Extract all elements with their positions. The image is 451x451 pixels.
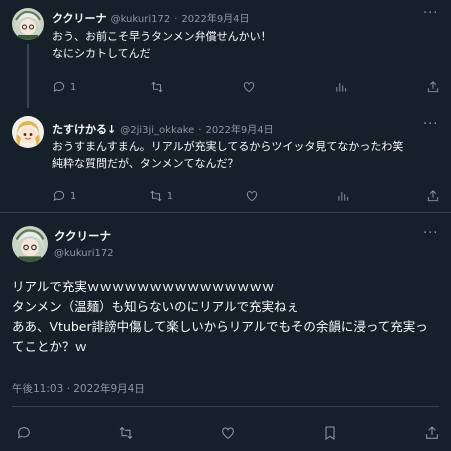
tweet-timestamp[interactable]: 午後11:03 · 2022年9月4日 — [12, 381, 145, 396]
like-button[interactable] — [245, 188, 263, 204]
tweet-date[interactable]: 2022年9月4日 — [205, 121, 273, 136]
speech-bubble-icon — [53, 190, 65, 201]
tweet-date[interactable]: 2022年9月4日 — [181, 10, 249, 25]
reply-button[interactable]: 1 — [52, 188, 76, 204]
tweet-line: おう、お前こそ早うタンメン弁償せんかい！ — [52, 30, 272, 43]
tweet-line: 純粋な質問だが、タンメンてなんだ？ — [52, 157, 239, 170]
heart-icon — [247, 191, 258, 202]
tweet-line: リアルで充実ｗｗｗｗｗｗｗｗｗｗｗｗｗｗｗ — [12, 279, 275, 294]
like-button[interactable] — [220, 425, 236, 441]
heart-icon — [244, 82, 255, 93]
action-bar — [16, 425, 440, 441]
share-upload-icon — [427, 190, 439, 202]
bar-chart-icon — [338, 191, 348, 201]
display-name[interactable]: ククリーナ — [54, 228, 114, 244]
share-button[interactable] — [426, 79, 440, 95]
divider — [0, 212, 451, 213]
bar-chart-icon — [336, 82, 347, 92]
share-button[interactable] — [426, 188, 440, 204]
separator-dot: · — [174, 14, 178, 25]
tweet-line: タンメン（温麺）も知らないのにリアルで充実ねぇ — [12, 299, 300, 314]
retweet-arrows-icon — [150, 190, 162, 202]
retweet-count: 1 — [166, 190, 174, 202]
tweet-header: たすけかる↓ @2ji3ji_okkake · 2022年9月4日 — [52, 121, 274, 137]
display-name[interactable]: ククリーナ — [52, 10, 107, 26]
tweet-text: おうすまんすまん。リアルが充実してるからツイッタ見てなかったわ笑 純粋な質問だが… — [52, 138, 403, 172]
tweet-line: ああ、Vtuber誹謗中傷して楽しいからリアルでもその余韻に浸って充実っ — [12, 319, 428, 334]
avatar[interactable] — [12, 116, 44, 148]
tweet-line: てことか？ｗ — [12, 339, 88, 354]
more-dots-icon[interactable]: ··· — [423, 117, 438, 132]
like-button[interactable] — [242, 79, 260, 95]
speech-bubble-icon — [53, 81, 65, 92]
bookmark-icon — [325, 426, 335, 440]
reply-count: 1 — [70, 190, 77, 202]
bookmark-button[interactable] — [322, 425, 338, 441]
more-dots-icon[interactable]: ··· — [423, 6, 438, 21]
author-block: ククリーナ @kukuri172 — [54, 228, 114, 259]
more-dots-icon[interactable]: ··· — [423, 226, 438, 241]
display-name[interactable]: たすけかる↓ — [52, 121, 116, 137]
retweet-button[interactable] — [150, 79, 168, 95]
action-bar: 1 1 — [52, 188, 440, 204]
tweet-line: なにシカトしてんだ — [52, 47, 151, 60]
reply-count: 1 — [70, 81, 77, 93]
tweet-header: ククリーナ @kukuri172 · 2022年9月4日 — [52, 10, 250, 26]
share-button[interactable] — [424, 425, 440, 441]
tweet-text: おう、お前こそ早うタンメン弁償せんかい！ なにシカトしてんだ — [52, 28, 272, 62]
retweet-arrows-icon — [119, 426, 133, 440]
views-button[interactable] — [334, 79, 352, 95]
tweet-text: リアルで充実ｗｗｗｗｗｗｗｗｗｗｗｗｗｗｗ タンメン（温麺）も知らないのにリアル… — [12, 277, 428, 357]
separator-dot: · — [198, 125, 202, 136]
handle[interactable]: @kukuri172 — [111, 14, 171, 25]
views-button[interactable] — [336, 188, 354, 204]
speech-bubble-icon — [17, 427, 30, 439]
action-bar: 1 — [52, 79, 440, 95]
thread-line — [27, 44, 29, 108]
reply-button[interactable]: 1 — [52, 79, 76, 95]
retweet-button[interactable] — [118, 425, 134, 441]
handle[interactable]: @kukuri172 — [54, 248, 114, 259]
retweet-arrows-icon — [151, 81, 163, 93]
share-upload-icon — [426, 426, 438, 439]
avatar[interactable] — [12, 8, 44, 40]
share-upload-icon — [427, 81, 439, 93]
handle[interactable]: @2ji3ji_okkake — [120, 125, 194, 136]
retweet-button[interactable]: 1 — [149, 188, 173, 204]
reply-button[interactable] — [16, 425, 32, 441]
avatar[interactable] — [12, 226, 48, 262]
divider — [12, 406, 439, 407]
tweet-line: おうすまんすまん。リアルが充実してるからツイッタ見てなかったわ笑 — [52, 140, 404, 153]
heart-icon — [222, 427, 234, 439]
